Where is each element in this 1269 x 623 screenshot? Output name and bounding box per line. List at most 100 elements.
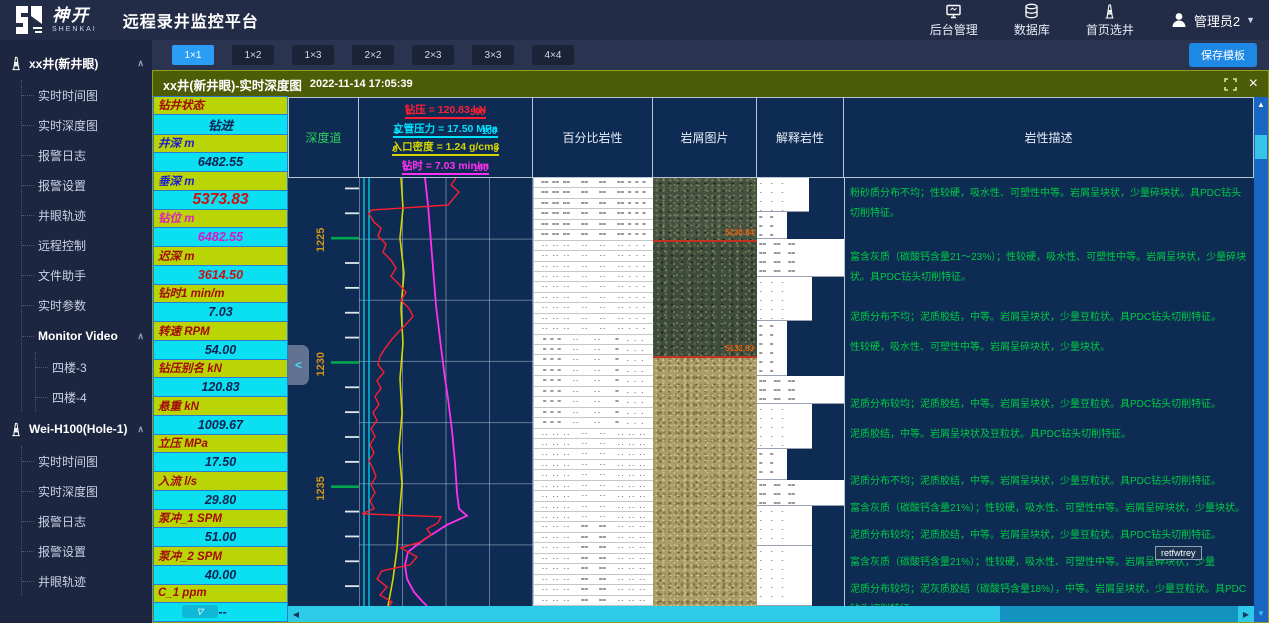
nav-backend[interactable]: 后台管理 (930, 3, 978, 38)
cuttings-photo-segment-1: 5132.53 (653, 242, 757, 358)
nav-label: 后台管理 (930, 21, 978, 38)
lithology-pattern-row: -- -- -- -- -- -- - - - (534, 324, 653, 334)
sidebar-item-报警日志[interactable]: 报警日志 (22, 506, 152, 536)
close-icon[interactable]: × (1249, 76, 1258, 92)
parameter-10: 入流 l/s29.80 (153, 472, 288, 510)
panel-timestamp: 2022-11-14 17:05:39 (310, 78, 413, 90)
layout-tab-1×2[interactable]: 1×2 (232, 45, 274, 65)
sidebar-item-报警设置[interactable]: 报警设置 (22, 170, 152, 200)
scroll-down-arrow-icon[interactable]: ▼ (1254, 606, 1268, 620)
sidebar-item-井眼轨迹[interactable]: 井眼轨迹 (22, 566, 152, 596)
param-label: 钻位 m (153, 209, 288, 229)
param-dropdown-button[interactable]: ▽ (182, 605, 218, 618)
sidebar-item-井眼轨迹[interactable]: 井眼轨迹 (22, 200, 152, 230)
app-logo: 神开 SHENKAI (14, 6, 97, 34)
scroll-right-arrow-icon[interactable]: ▶ (1238, 606, 1254, 622)
cuttings-photo-header: 岩屑图片 (653, 97, 757, 177)
well-children: 实时时间图实时深度图报警日志报警设置井眼轨迹 (21, 446, 152, 596)
lithology-description-2: 泥质分布不均；泥质胶结，中等。岩屑呈块状，少量豆粒状。具PDC钻头切削特征。 (850, 308, 1251, 328)
layout-tab-1×3[interactable]: 1×3 (292, 45, 334, 65)
percent-lithology-track: == == == == == == = = === == == == == ==… (533, 178, 653, 606)
parameter-2: 垂深 m5373.83 (153, 172, 288, 210)
well-name: xx井(新井眼) (29, 55, 98, 72)
horizontal-scrollbar[interactable]: ◀ ▶ (288, 606, 1254, 622)
legend-min: 0 (394, 126, 399, 136)
vertical-scrollbar-thumb[interactable] (1255, 135, 1267, 159)
sidebar-item-远程控制[interactable]: 远程控制 (22, 230, 152, 260)
nav-well-select[interactable]: 首页选井 (1086, 3, 1134, 38)
sidebar-item-实时深度图[interactable]: 实时深度图 (22, 476, 152, 506)
lithology-description-8: 泥质分布较均；泥质胶结，中等。岩屑呈块状，少量豆粒状。具PDC钻头切削特征。 (850, 526, 1251, 546)
curve-legend-钻压: 0钻压 = 120.83 kN500 (405, 101, 486, 119)
param-label: C_1 ppm (153, 584, 288, 604)
depth-track-header: 深度道 (288, 97, 359, 177)
lithology-pattern-row: -- -- -- -- -- -- - - - (534, 282, 653, 292)
curve-legend-box: 0钻压 = 120.83 kN5000立管压力 = 17.50 MPa1000入… (359, 97, 533, 177)
sidebar-item-实时时间图[interactable]: 实时时间图 (22, 446, 152, 476)
cuttings-photo-track: 5130.845132.53 (653, 178, 757, 606)
sidebar-item-四楼-3[interactable]: 四楼-3 (36, 352, 152, 382)
depth-track: 122512301235 (288, 178, 359, 606)
layout-tab-1×1[interactable]: 1×1 (172, 45, 214, 65)
layout-tab-2×2[interactable]: 2×2 (352, 45, 394, 65)
collapse-caret-icon[interactable]: ∧ (137, 58, 144, 69)
lithology-pattern-row: .. .. .. -- -- .. .. .. (534, 429, 653, 439)
lithology-description-3: 性较硬，吸水性、可塑性中等。岩屑呈碎块状，少量块状。 (850, 338, 1251, 358)
sidebar-item-报警设置[interactable]: 报警设置 (22, 536, 152, 566)
interpreted-lithology-header: 解释岩性 (757, 97, 844, 177)
curve-wob (362, 178, 459, 606)
monitor-icon (945, 3, 962, 19)
parameter-12: 泵冲_2 SPM40.00 (153, 547, 288, 585)
well-node-1[interactable]: Wei-H100(Hole-1)∧ (8, 412, 152, 446)
sidebar-item-报警日志[interactable]: 报警日志 (22, 140, 152, 170)
lithology-pattern-row: == == == == == == = = = (534, 220, 653, 230)
sidebar-item-实时深度图[interactable]: 实时深度图 (22, 110, 152, 140)
sidebar-item-文件助手[interactable]: 文件助手 (22, 260, 152, 290)
param-value: 54.00 (153, 340, 288, 360)
lithology-description-4: 泥质分布较均；泥质胶结，中等。岩屑呈块状，少量豆粒状。具PDC钻头切削特征。 (850, 395, 1251, 415)
well-tree-sidebar: xx井(新井眼)∧实时时间图实时深度图报警日志报警设置井眼轨迹远程控制文件助手实… (0, 40, 152, 623)
layout-tab-3×3[interactable]: 3×3 (472, 45, 514, 65)
cuttings-photo-segment-2 (653, 358, 757, 606)
scroll-left-arrow-icon[interactable]: ◀ (288, 606, 304, 622)
param-label: 钻时1 min/m (153, 284, 288, 304)
param-value: 120.83 (153, 377, 288, 397)
collapse-caret-icon[interactable]: ∧ (137, 331, 144, 342)
legend-max: 500 (470, 107, 485, 117)
interp-lithology-segment-0: - - - - - - - - - - - - (757, 178, 809, 212)
well-node-0[interactable]: xx井(新井眼) ∧ (8, 46, 152, 80)
user-menu[interactable]: 管理员2 ▼ (1170, 11, 1255, 30)
nav-database[interactable]: 数据库 (1014, 3, 1050, 38)
parameter-5: 钻时1 min/m7.03 (153, 285, 288, 323)
fullscreen-icon[interactable] (1224, 78, 1237, 91)
user-avatar-icon (1170, 11, 1188, 29)
depth-label: 1230 (315, 352, 327, 377)
chart-area: 深度道 0钻压 = 120.83 kN5000立管压力 = 17.50 MPa1… (288, 97, 1254, 622)
param-value: 51.00 (153, 527, 288, 547)
app-title: 远程录井监控平台 (123, 8, 259, 32)
collapse-caret-icon[interactable]: ∧ (137, 424, 144, 435)
lithology-pattern-row: -- -- -- == == -- -- -- (534, 596, 653, 606)
sidebar-group-Monitor Video[interactable]: Monitor Video∧ (22, 320, 152, 352)
parameter-9: 立压 MPa17.50 (153, 435, 288, 473)
param-panel-collapse-tab[interactable]: < (288, 345, 309, 385)
save-template-button[interactable]: 保存模板 (1189, 43, 1257, 67)
vertical-scrollbar[interactable]: ▲ ▼ (1254, 97, 1268, 622)
interpreted-lithology-track: - - - - - - - - - - - - = = = = = = == =… (757, 178, 844, 606)
derrick-icon (1101, 3, 1118, 19)
parameter-0: 钻井状态钻进 (153, 97, 288, 135)
lithology-description-6: 泥质分布不均；泥质胶结，中等。岩屑呈块状，少量豆粒状。具PDC钻头切削特征。 (850, 472, 1251, 492)
lithology-description-10: 泥质分布较均；泥灰质胶结（碳酸钙含量18%），中等。岩屑呈块状，少量豆粒状。具P… (850, 580, 1251, 606)
horizontal-scrollbar-thumb[interactable] (304, 606, 1000, 622)
param-label: 迟深 m (153, 246, 288, 266)
sidebar-item-实时时间图[interactable]: 实时时间图 (22, 80, 152, 110)
sidebar-item-四楼-4[interactable]: 四楼-4 (36, 382, 152, 412)
layout-tab-2×3[interactable]: 2×3 (412, 45, 454, 65)
layout-tab-4×4[interactable]: 4×4 (532, 45, 574, 65)
lithology-description-5: 泥质胶结，中等。岩屑呈块状及豆粒状。具PDC钻头切削特征。 (850, 425, 1251, 445)
parameter-7: 钻压别名 kN120.83 (153, 360, 288, 398)
param-value: 钻进 (153, 114, 288, 135)
sidebar-item-实时参数[interactable]: 实时参数 (22, 290, 152, 320)
scroll-up-arrow-icon[interactable]: ▲ (1254, 97, 1268, 111)
top-bar: 神开 SHENKAI 远程录井监控平台 后台管理 数据库 首页选井 管理员2 ▼ (0, 0, 1269, 40)
